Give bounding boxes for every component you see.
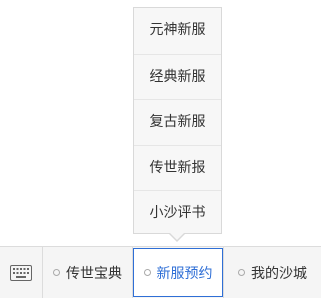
keyboard-icon xyxy=(10,264,32,281)
tab-label: 传世宝典 xyxy=(66,265,122,282)
menu-dot-icon xyxy=(143,269,151,276)
bottom-menu-bar: 传世宝典 新服预约 我的沙城 xyxy=(0,246,321,298)
tab-xinfu-yuyue[interactable]: 新服预约 xyxy=(133,248,223,297)
menu-dot-icon xyxy=(238,269,245,276)
submenu-item-xiaosha[interactable]: 小沙评书 xyxy=(134,190,221,236)
submenu-item-yuanshen[interactable]: 元神新服 xyxy=(134,8,221,54)
tab-label: 我的沙城 xyxy=(251,265,307,282)
keyboard-toggle-button[interactable] xyxy=(0,247,43,298)
menu-dot-icon xyxy=(53,269,60,276)
submenu-item-chuanshi[interactable]: 传世新报 xyxy=(134,144,221,191)
popup-arrow-fill xyxy=(170,233,184,240)
submenu-popup: 元神新服 经典新服 复古新服 传世新报 小沙评书 xyxy=(133,7,222,234)
tab-wode-shacheng[interactable]: 我的沙城 xyxy=(223,247,321,298)
tab-chuanshi-baodian[interactable]: 传世宝典 xyxy=(43,247,133,298)
tab-label: 新服预约 xyxy=(156,265,213,282)
submenu-item-fugu[interactable]: 复古新服 xyxy=(134,99,221,145)
submenu-item-jingdian[interactable]: 经典新服 xyxy=(134,53,221,100)
